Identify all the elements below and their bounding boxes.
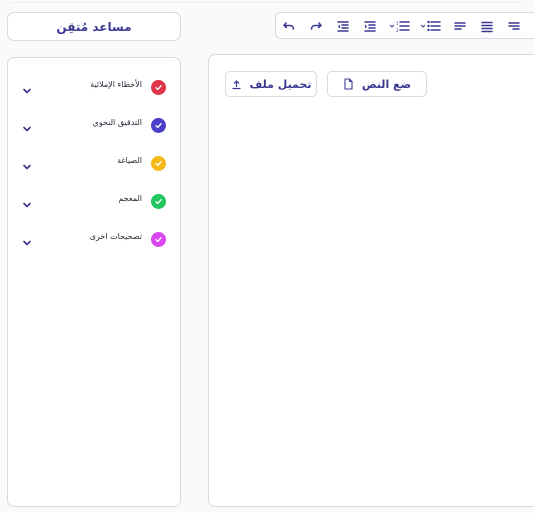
redo-icon[interactable] [307,17,325,35]
align-center-icon[interactable] [478,17,496,35]
align-right-icon[interactable] [451,17,469,35]
indent-increase-icon[interactable] [361,17,379,35]
check-icon [151,194,166,209]
category-grammar[interactable]: التدقيق النحوي [8,115,182,137]
top-divider [12,0,522,3]
category-label: الصياغة [117,156,142,165]
paste-text-button[interactable]: ضع النص [327,71,427,97]
bulleted-list-icon[interactable] [419,17,443,35]
align-left-icon[interactable] [505,17,523,35]
indent-decrease-icon[interactable] [334,17,352,35]
svg-text:1: 1 [396,21,399,26]
chevron-down-icon[interactable] [21,120,33,132]
upload-file-label: تحميل ملف [249,77,312,91]
category-spelling[interactable]: الأخطاء الإملائية [8,77,182,99]
category-label: الأخطاء الإملائية [90,80,142,89]
category-other-corrections[interactable]: تصحيحات اخرى [8,229,182,251]
upload-file-button[interactable]: تحميل ملف [225,71,317,97]
chevron-down-icon[interactable] [21,158,33,170]
category-label: تصحيحات اخرى [89,232,142,241]
chevron-down-icon[interactable] [21,196,33,208]
document-icon [343,78,354,90]
assistant-button[interactable]: مساعد مُتقِن [7,12,181,41]
undo-icon[interactable] [280,17,298,35]
category-lexicon[interactable]: المعجم [8,191,182,213]
check-icon [151,232,166,247]
category-label: المعجم [118,194,142,203]
upload-icon [231,79,242,90]
formatting-toolbar: 12 [275,12,534,39]
chevron-down-icon[interactable] [21,82,33,94]
chevron-down-icon[interactable] [21,234,33,246]
check-icon [151,118,166,133]
paste-text-label: ضع النص [361,77,412,91]
category-phrasing[interactable]: الصياغة [8,153,182,175]
text-editor[interactable]: تحميل ملف ضع النص [208,54,534,507]
check-icon [151,156,166,171]
suggestions-sidebar: الأخطاء الإملائية التدقيق النحوي الصياغة… [7,57,181,507]
category-label: التدقيق النحوي [92,118,142,127]
svg-text:2: 2 [396,28,399,33]
numbered-list-icon[interactable]: 12 [388,17,412,35]
check-icon [151,80,166,95]
assistant-button-label: مساعد مُتقِن [56,19,132,34]
